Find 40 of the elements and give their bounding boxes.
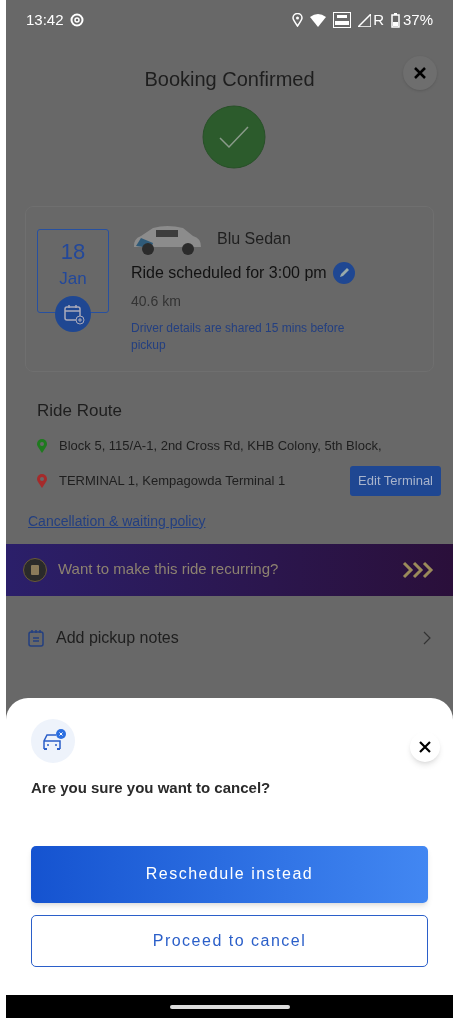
wifi-icon [310,13,327,27]
close-button[interactable] [410,732,440,762]
recurring-banner[interactable]: Want to make this ride recurring? [6,543,453,596]
add-to-calendar-icon[interactable] [55,296,91,332]
recurring-text: Want to make this ride recurring? [58,559,280,580]
vowifi-icon [333,12,352,28]
date-month: Jan [59,268,87,290]
vehicle-name: Blu Sedan [217,229,291,249]
pickup-notes-row[interactable]: Add pickup notes [28,625,431,650]
screen-title: Booking Confirmed [144,67,315,92]
success-check-icon [202,105,266,169]
status-time: 13:42 [26,9,64,30]
notes-icon [28,628,44,647]
home-indicator[interactable] [169,1004,290,1009]
app-notification-icon [69,13,84,27]
map-pin-icon [37,473,47,488]
proceed-cancel-button[interactable]: Proceed to cancel [31,914,428,967]
edit-pencil-icon[interactable] [332,262,355,284]
car-cancel-icon [31,719,75,763]
close-icon [419,741,431,753]
signal-icon [358,13,372,27]
date-day: 18 [60,238,86,266]
map-pin-icon [37,438,47,453]
driver-details-note: Driver details are shared 15 mins before pickup [131,320,346,354]
route-heading: Ride Route [37,400,124,422]
schedule-text: Ride scheduled for 3:00 pm [131,263,327,283]
chevron-right-icon [423,630,431,645]
lock-icon [23,557,47,582]
cancel-question: Are you sure you want to cancel? [31,778,272,798]
pickup-notes-label: Add pickup notes [56,627,180,648]
battery-icon [390,12,400,28]
triple-chevron-icon [402,560,436,579]
reschedule-button[interactable]: Reschedule instead [31,845,428,903]
battery-percentage: 37% [402,9,433,30]
route-address: Block 5, 115/A-1, 2nd Cross Rd, KHB Colony, 5th Block, [59,436,383,455]
network-letter: R [373,9,384,30]
close-icon [413,66,427,80]
route-address: TERMINAL 1, Kempagowda Terminal 1 [59,471,287,490]
location-icon [292,13,304,27]
edit-terminal-button[interactable]: Edit Terminal [350,465,441,496]
